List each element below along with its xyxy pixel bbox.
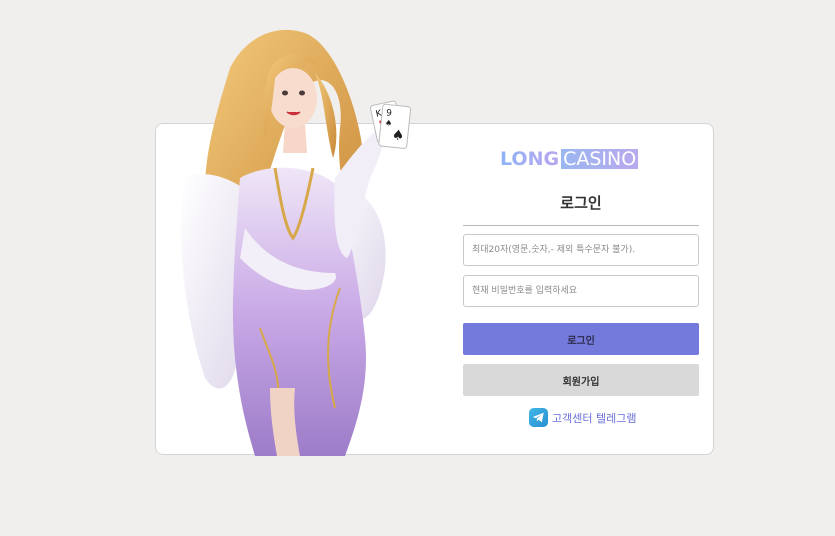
username-input[interactable] xyxy=(463,234,699,266)
title-divider xyxy=(463,225,699,226)
svg-text:♠: ♠ xyxy=(385,118,393,128)
svg-text:♠: ♠ xyxy=(391,127,405,144)
brand-logo: LONG CASINO xyxy=(500,148,639,170)
hero-illustration: K ♥ 9 ♠ ♠ xyxy=(181,29,412,456)
support-link-label: 고객센터 텔레그램 xyxy=(552,411,637,425)
logo-part-long: LONG xyxy=(500,148,560,170)
telegram-icon xyxy=(529,408,548,427)
support-telegram-link[interactable]: 고객센터 텔레그램 xyxy=(529,408,636,427)
logo-part-casino: CASINO xyxy=(561,148,639,170)
password-input[interactable] xyxy=(463,275,699,307)
login-button[interactable]: 로그인 xyxy=(463,323,699,355)
login-title: 로그인 xyxy=(560,194,602,212)
signup-button[interactable]: 회원가입 xyxy=(463,364,699,396)
